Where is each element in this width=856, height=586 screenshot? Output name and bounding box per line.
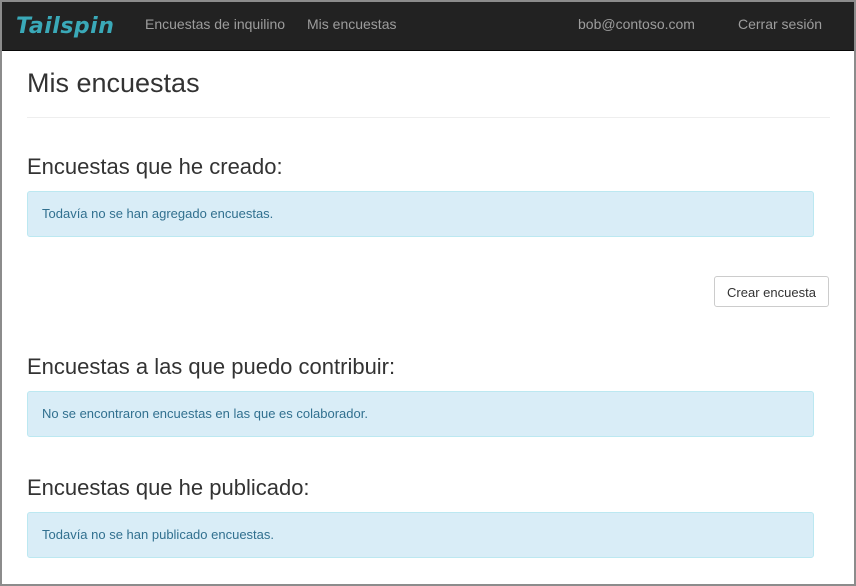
contribute-surveys-heading: Encuestas a las que puedo contribuir: [27,354,396,379]
published-surveys-message: Todavía no se han publicado encuestas. [42,527,275,542]
created-surveys-heading: Encuestas que he creado: [27,154,283,179]
page-title: Mis encuestas [27,68,200,98]
page-header: Mis encuestas [27,51,830,118]
logout-link[interactable]: Cerrar sesión [738,2,822,50]
brand-logo[interactable]: Tailspin [16,11,114,41]
top-navbar: Tailspin Encuestas de inquilino Mis encu… [2,2,854,51]
published-surveys-info-alert: Todavía no se han publicado encuestas. [27,512,814,558]
created-surveys-info-alert: Todavía no se han agregado encuestas. [27,191,814,237]
brand-name[interactable]: Tailspin [16,14,114,39]
browser-window: Tailspin Encuestas de inquilino Mis encu… [0,0,856,586]
nav-tenant-surveys[interactable]: Encuestas de inquilino [145,2,285,50]
nav-my-surveys[interactable]: Mis encuestas [307,2,396,50]
main-content: Mis encuestas Encuestas que he creado: T… [27,51,830,558]
contribute-surveys-info-alert: No se encontraron encuestas en las que e… [27,391,814,437]
user-email-link[interactable]: bob@contoso.com [578,2,695,50]
published-surveys-heading: Encuestas que he publicado: [27,475,310,500]
created-surveys-message: Todavía no se han agregado encuestas. [42,206,274,221]
contribute-surveys-message: No se encontraron encuestas en las que e… [42,406,368,421]
create-survey-button[interactable]: Crear encuesta [714,276,829,307]
